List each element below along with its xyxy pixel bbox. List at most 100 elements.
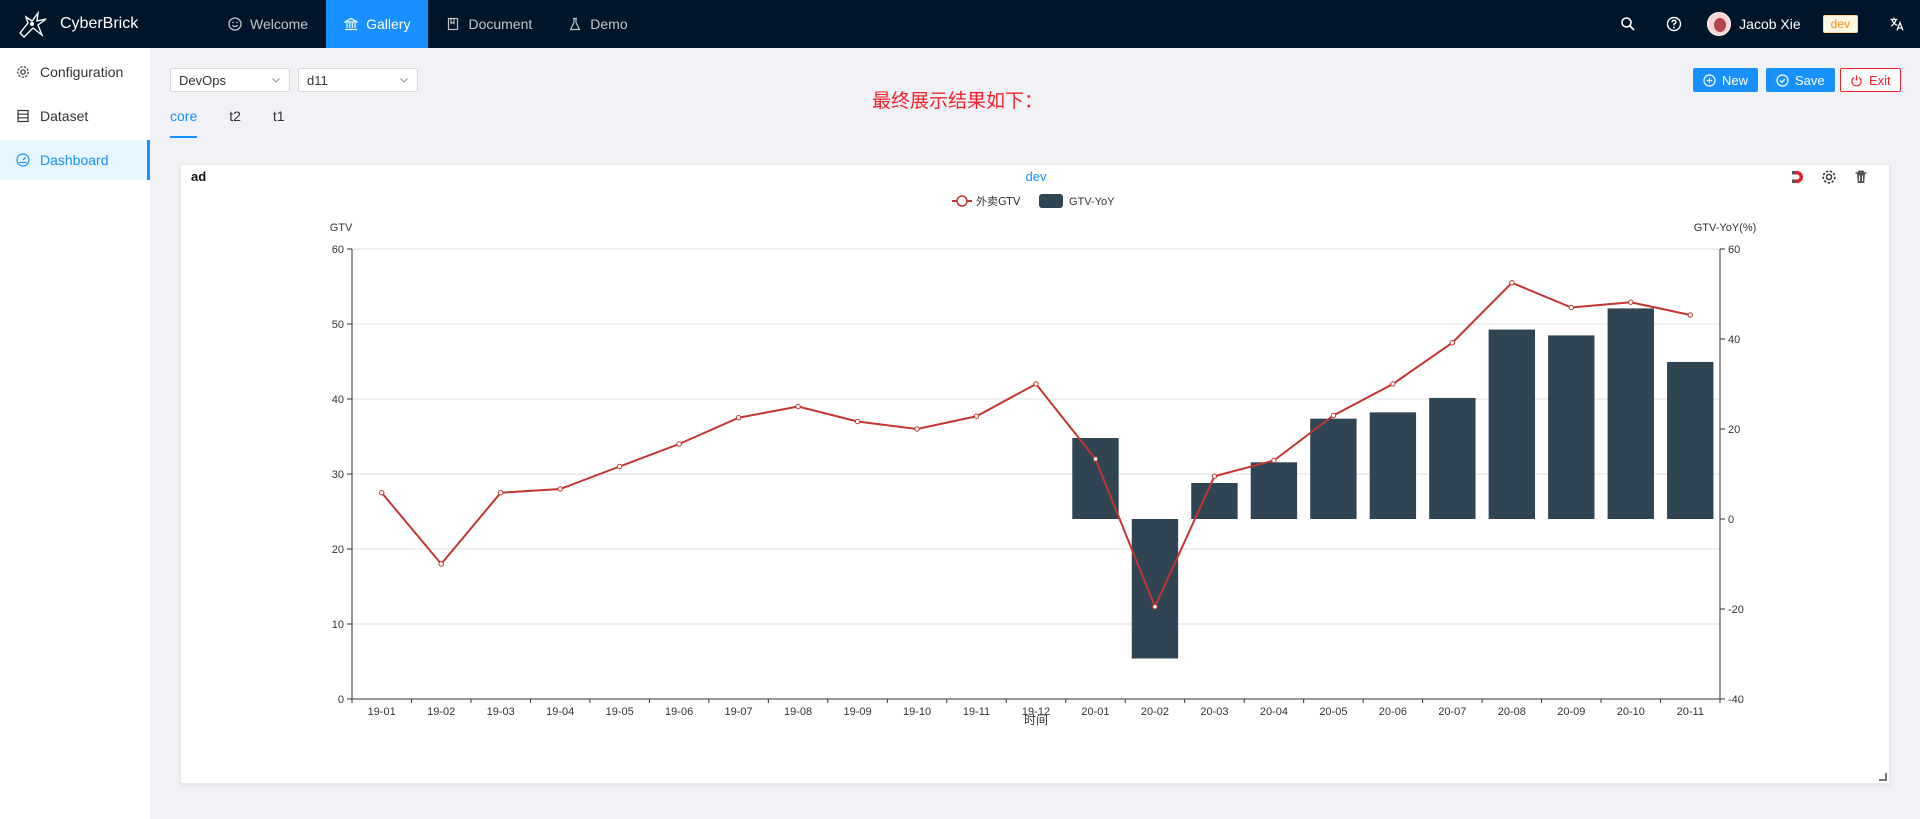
avatar xyxy=(1707,12,1732,36)
y-tick-label-right: -40 xyxy=(1728,694,1744,706)
nav-item-label: Demo xyxy=(590,16,628,32)
panel-tools xyxy=(1787,167,1871,187)
x-tick-label: 20-01 xyxy=(1081,706,1109,718)
legend-label: 外卖GTV xyxy=(976,195,1021,208)
tab-core[interactable]: core xyxy=(170,104,198,138)
translate-icon xyxy=(1890,17,1904,31)
line-point xyxy=(438,561,444,567)
plus-circle-icon xyxy=(1703,73,1716,87)
line-point xyxy=(1509,280,1515,286)
exit-button[interactable]: Exit xyxy=(1840,68,1901,92)
x-tick-label: 19-06 xyxy=(665,706,693,718)
line-point xyxy=(1390,381,1396,387)
question-circle-icon xyxy=(1666,16,1682,32)
x-tick-label: 19-08 xyxy=(784,706,812,718)
sidebar-item-dashboard[interactable]: Dashboard xyxy=(0,140,150,180)
y-tick-label-right: -20 xyxy=(1728,604,1744,616)
settings-button[interactable] xyxy=(1819,167,1839,187)
line-point xyxy=(676,441,682,447)
y-tick-label-left: 60 xyxy=(332,244,344,256)
app-logo[interactable]: CyberBrick xyxy=(16,0,138,48)
line-point xyxy=(1152,604,1158,610)
x-tick-label: 19-10 xyxy=(903,706,931,718)
nav-item-label: Gallery xyxy=(366,16,411,32)
resize-handle[interactable] xyxy=(1879,773,1887,781)
tab-t1[interactable]: t1 xyxy=(273,104,285,138)
dashboard-icon xyxy=(16,153,30,167)
tab-t2[interactable]: t2 xyxy=(229,104,241,138)
y-tick-label-right: 60 xyxy=(1728,244,1740,256)
chart-bar xyxy=(1369,412,1417,519)
app-name: CyberBrick xyxy=(60,15,139,32)
sidebar-item-dataset[interactable]: Dataset xyxy=(0,96,150,136)
line-point xyxy=(1271,457,1277,464)
search-button[interactable] xyxy=(1605,0,1651,48)
nav-item-gallery[interactable]: Gallery xyxy=(326,0,429,48)
dashboard-tabs: core t2 t1 xyxy=(170,104,317,138)
legend-line-marker xyxy=(956,195,968,207)
chart-bar xyxy=(1488,329,1536,519)
y-tick-label-left: 10 xyxy=(332,619,344,631)
x-tick-label: 20-07 xyxy=(1438,706,1466,718)
header-actions: Jacob Xie dev xyxy=(1605,0,1920,48)
gear-icon xyxy=(1822,170,1836,184)
save-button[interactable]: Save xyxy=(1766,68,1835,92)
y-tick-label-left: 50 xyxy=(332,319,344,331)
x-tick-label: 20-02 xyxy=(1141,706,1169,718)
sidebar-item-label: Dataset xyxy=(40,108,89,124)
line-point xyxy=(379,490,385,496)
sidebar-item-configuration[interactable]: Configuration xyxy=(0,52,150,92)
category-select[interactable]: DevOps xyxy=(170,68,290,92)
save-button-label: Save xyxy=(1795,72,1825,88)
y-tick-label-left: 0 xyxy=(338,694,344,706)
chart-bar xyxy=(1429,397,1476,519)
user-menu[interactable]: Jacob Xie xyxy=(1697,0,1810,48)
y-tick-label-right: 0 xyxy=(1728,514,1734,526)
chevron-down-icon xyxy=(400,78,408,83)
x-tick-label: 20-08 xyxy=(1498,706,1526,718)
line-point xyxy=(1211,473,1218,479)
legend-label: GTV-YoY xyxy=(1069,196,1115,208)
line-point xyxy=(973,413,980,419)
y-tick-label-left: 40 xyxy=(332,394,344,406)
delete-button[interactable] xyxy=(1851,167,1871,187)
nav-item-welcome[interactable]: Welcome xyxy=(210,0,326,48)
help-button[interactable] xyxy=(1651,0,1697,48)
book-icon xyxy=(448,17,459,31)
user-name: Jacob Xie xyxy=(1739,16,1801,32)
new-button-label: New xyxy=(1722,72,1749,88)
panel-title: ad xyxy=(191,169,207,184)
new-button[interactable]: New xyxy=(1693,68,1759,92)
chart-title: dev xyxy=(1026,169,1047,184)
chart-panel: 0 10 20 30 40 50 60 -40 -20 0 20 40 60 19-01 19-02 19-0… xyxy=(180,164,1890,784)
x-tick-label: 19-01 xyxy=(368,706,396,718)
line-point xyxy=(1330,412,1337,419)
search-icon xyxy=(1621,17,1635,31)
logo-icon xyxy=(19,10,47,38)
language-button[interactable] xyxy=(1874,0,1920,48)
x-tick-label: 19-11 xyxy=(963,706,990,718)
result-note: 最终展示结果如下： xyxy=(872,90,1044,112)
y-tick-label-left: 20 xyxy=(332,544,344,556)
y-tick-label-right: 20 xyxy=(1728,424,1740,436)
chart: 0 10 20 30 40 50 60 -40 -20 0 20 40 60 19-01 19-02 19-0… xyxy=(330,169,1757,727)
x-tick-label: 20-04 xyxy=(1260,706,1288,718)
legend-bar-swatch xyxy=(1039,194,1063,208)
chart-bar xyxy=(1310,418,1357,519)
experiment-icon xyxy=(569,17,581,31)
y-axis-title-right: GTV-YoY(%) xyxy=(1694,222,1757,234)
line-point xyxy=(557,486,563,492)
line-point xyxy=(497,490,504,496)
chart-bar xyxy=(1548,335,1595,519)
power-icon xyxy=(1851,74,1862,87)
chart-bar xyxy=(1607,308,1654,519)
nav-item-demo[interactable]: Demo xyxy=(550,0,645,48)
dashboard-select[interactable]: d11 xyxy=(298,68,418,92)
x-tick-label: 19-04 xyxy=(546,706,574,718)
y-axis-title-left: GTV xyxy=(330,222,353,234)
y-tick-label-left: 30 xyxy=(332,469,344,481)
nav-item-document[interactable]: Document xyxy=(428,0,550,48)
link-button[interactable] xyxy=(1787,167,1807,187)
select-value: DevOps xyxy=(179,72,226,88)
x-axis-title: 时间 xyxy=(1024,713,1048,727)
